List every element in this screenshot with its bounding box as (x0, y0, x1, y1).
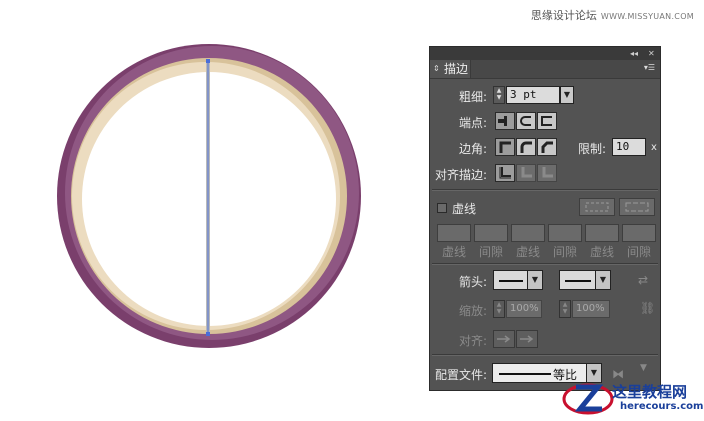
stroke-panel: ◂◂ ✕ ⇕ 描边 ▾☰ 粗细: ▲ ▼ 3 pt ▼ 端点: 边角: 限制: 1… (429, 46, 661, 391)
separator (432, 354, 658, 356)
watermark-cn: 思缘设计论坛 (530, 9, 597, 22)
panel-titlebar[interactable]: ◂◂ ✕ (430, 47, 660, 60)
end-arrowhead-select[interactable]: ▼ (559, 270, 611, 290)
align-outside-button[interactable] (537, 164, 557, 182)
arrow-align-extend-button[interactable] (493, 330, 515, 348)
miter-join-icon (499, 141, 511, 153)
align-stroke-label: 对齐描边: (435, 168, 488, 182)
logo-text-en: herecours.com (620, 401, 704, 412)
profile-label: 配置文件: (435, 368, 488, 382)
start-scale-stepper[interactable]: ▲ ▼ (493, 300, 505, 318)
dash-field-3[interactable] (585, 224, 619, 242)
align-center-button[interactable] (495, 164, 515, 182)
butt-cap-icon (498, 116, 507, 126)
round-join-button[interactable] (516, 138, 536, 156)
tab-stroke[interactable]: ⇕ 描边 (430, 60, 471, 78)
weight-dropdown[interactable]: ▼ (560, 86, 574, 104)
panel-menu-icon[interactable]: ▾☰ (644, 63, 655, 72)
dash-label-2: 虚线 (515, 245, 540, 259)
cap-label: 端点: (459, 116, 488, 130)
dash-label-3: 虚线 (589, 245, 614, 259)
preserve-dash-button[interactable] (579, 198, 615, 216)
gap-field-3[interactable] (622, 224, 656, 242)
chevron-down-icon: ▼ (527, 271, 542, 289)
separator (432, 263, 658, 265)
dash-label-1: 虚线 (441, 245, 466, 259)
align-inside-button[interactable] (516, 164, 536, 182)
tab-stroke-label: 描边 (444, 62, 469, 76)
miter-limit-field[interactable]: 10 (612, 138, 646, 156)
round-cap-button[interactable] (516, 112, 536, 130)
arrow-align-place-button[interactable] (516, 330, 538, 348)
dash-field-1[interactable] (437, 224, 471, 242)
end-scale-field[interactable]: 100% (572, 300, 610, 318)
end-scale-stepper[interactable]: ▲ ▼ (559, 300, 571, 318)
align-dash-button[interactable] (619, 198, 655, 216)
link-scale-icon[interactable]: ⛓ (640, 301, 655, 315)
arrowheads-label: 箭头: (459, 275, 488, 289)
miter-join-button[interactable] (495, 138, 515, 156)
panel-tabrow: ⇕ 描边 ▾☰ (430, 60, 660, 79)
chevron-down-icon: ▼ (595, 271, 610, 289)
scale-label: 缩放: (459, 304, 488, 318)
preserve-dash-icon (585, 202, 609, 212)
weight-label: 粗细: (459, 90, 488, 104)
close-icon[interactable]: ✕ (648, 48, 655, 59)
watermark-site: WWW.MISSYUAN.COM (600, 12, 694, 21)
dashed-line-label: 虚线 (452, 202, 477, 216)
dash-field-2[interactable] (511, 224, 545, 242)
arrow-place-icon (520, 335, 534, 343)
projecting-cap-button[interactable] (537, 112, 557, 130)
gap-label-3: 间隙 (626, 245, 651, 259)
bevel-join-icon (541, 141, 553, 153)
profile-line (499, 373, 551, 375)
corner-label: 边角: (459, 142, 488, 156)
align-inside-icon (521, 167, 532, 178)
anchor-point-bottom[interactable] (206, 332, 210, 336)
projecting-cap-icon (541, 116, 552, 126)
limit-label: 限制: (578, 142, 607, 156)
weight-field[interactable]: 3 pt (506, 86, 560, 104)
bevel-join-button[interactable] (537, 138, 557, 156)
round-join-icon (520, 141, 532, 153)
align-center-icon (499, 167, 511, 179)
end-arrowhead-line (565, 280, 591, 282)
weight-stepper[interactable]: ▲ ▼ (493, 86, 505, 104)
ring-artwork[interactable] (48, 38, 378, 368)
watermark-text: 思缘设计论坛 WWW.MISSYUAN.COM (531, 7, 694, 23)
collapse-icon[interactable]: ◂◂ (630, 48, 638, 59)
swap-arrows-icon[interactable]: ⇄ (638, 273, 648, 287)
anchor-point-top[interactable] (206, 59, 210, 63)
arrow-extend-icon (497, 335, 511, 343)
separator (432, 189, 658, 191)
limit-suffix: x (651, 142, 657, 153)
logo-text-cn: 这里教程网 (612, 383, 688, 401)
logo-icon (562, 383, 614, 415)
gap-label-2: 间隙 (552, 245, 577, 259)
butt-cap-button[interactable] (495, 112, 515, 130)
round-cap-icon (520, 116, 531, 126)
start-arrowhead-select[interactable]: ▼ (493, 270, 543, 290)
gap-label-1: 间隙 (478, 245, 503, 259)
tab-options-icon: ⇕ (433, 64, 440, 73)
scroll-down-icon[interactable]: ▼ (640, 363, 647, 373)
logo-watermark: 这里教程网 herecours.com (560, 379, 704, 419)
start-arrowhead-line (499, 280, 523, 282)
gap-field-1[interactable] (474, 224, 508, 242)
arrow-align-label: 对齐: (459, 334, 488, 348)
align-outside-icon (542, 167, 553, 178)
dashed-line-checkbox[interactable] (437, 203, 447, 213)
start-scale-field[interactable]: 100% (506, 300, 542, 318)
align-dash-icon (625, 202, 649, 212)
gap-field-2[interactable] (548, 224, 582, 242)
